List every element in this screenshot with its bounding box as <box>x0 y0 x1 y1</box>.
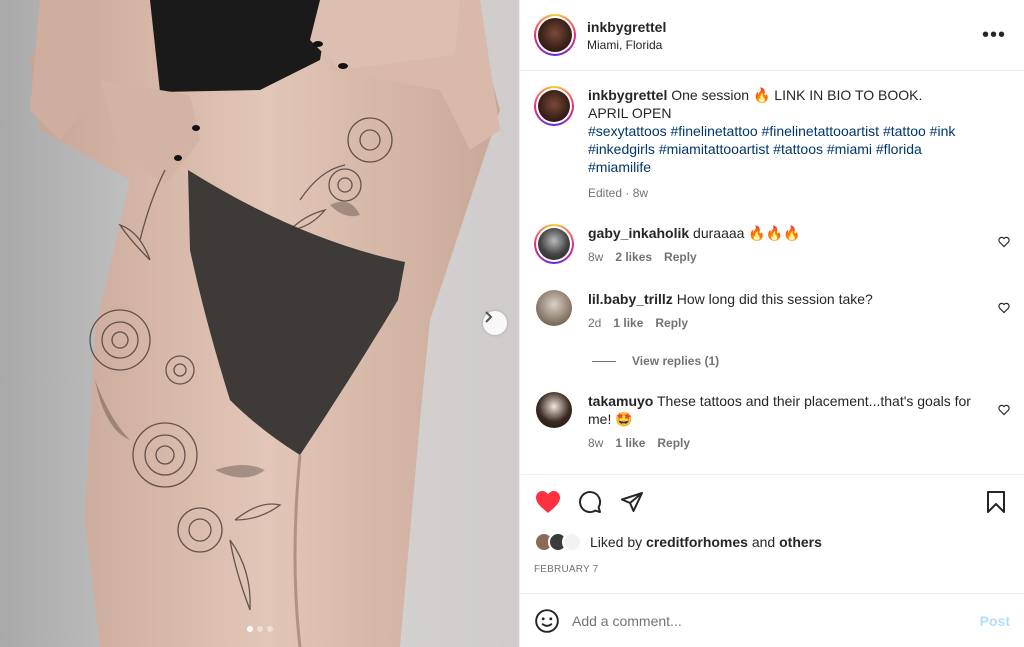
comment: takamuyo These tattoos and their placeme… <box>534 392 1010 452</box>
liked-by-label: Liked by <box>590 534 643 550</box>
view-replies-label: View replies (1) <box>632 354 720 368</box>
comments-section[interactable]: inkbygrettel One session 🔥 LINK IN BIO T… <box>520 72 1024 475</box>
comment-likes[interactable]: 2 likes <box>615 250 652 264</box>
caption-hashtags[interactable]: #sexytattoos #finelinetattoo #finelineta… <box>588 122 1010 140</box>
divider-line <box>592 360 616 362</box>
caption-meta: Edited · 8w <box>588 186 649 200</box>
caption: inkbygrettel One session 🔥 LINK IN BIO T… <box>534 86 1010 202</box>
emoji-icon[interactable] <box>534 608 560 634</box>
comment: gaby_inkaholik duraaaa 🔥🔥🔥 8w 2 likes Repl… <box>534 224 1010 266</box>
commenter-username[interactable]: lil.baby_trillz <box>588 291 673 307</box>
post-side-panel: inkbygrettel Miami, Florida ••• inkbygre… <box>519 0 1024 647</box>
save-button[interactable] <box>982 488 1010 516</box>
carousel-dot <box>247 626 253 632</box>
caption-username[interactable]: inkbygrettel <box>588 87 667 103</box>
liker-username[interactable]: creditforhomes <box>646 534 748 550</box>
heart-outline-icon[interactable] <box>998 236 1010 248</box>
carousel-dot <box>257 626 263 632</box>
comment-button[interactable] <box>576 488 604 516</box>
heart-filled-icon <box>536 491 560 513</box>
carousel-dot <box>267 626 273 632</box>
caption-hashtags[interactable]: #inkedgirls #miamitattooartist #tattoos … <box>588 140 1010 158</box>
commenter-avatar[interactable] <box>536 392 572 428</box>
comment-text: duraaaa 🔥🔥🔥 <box>693 225 801 241</box>
more-options-icon[interactable]: ••• <box>978 25 1010 45</box>
reply-button[interactable]: Reply <box>664 250 697 264</box>
commenter-username[interactable]: gaby_inkaholik <box>588 225 689 241</box>
commenter-avatar[interactable] <box>534 224 574 264</box>
liker-avatar <box>562 532 582 552</box>
view-replies-button[interactable]: View replies (1) <box>592 354 719 368</box>
next-slide-button[interactable] <box>483 311 507 335</box>
comment: lil.baby_trillz How long did this sessio… <box>534 290 1010 332</box>
caption-text: One session 🔥 LINK IN BIO TO BOOK. <box>671 87 923 103</box>
and-label: and <box>751 534 776 550</box>
others-link[interactable]: others <box>779 534 822 550</box>
heart-outline-icon[interactable] <box>998 404 1010 416</box>
comment-text: How long did this session take? <box>676 291 873 307</box>
likes-summary: Liked by creditforhomes and others <box>534 532 822 552</box>
action-bar <box>534 484 1010 520</box>
comment-likes[interactable]: 1 like <box>613 316 643 330</box>
commenter-avatar[interactable] <box>536 290 572 326</box>
comment-icon <box>579 491 602 514</box>
reply-button[interactable]: Reply <box>655 316 688 330</box>
comment-age: 8w <box>588 436 604 450</box>
post-comment-button[interactable]: Post <box>980 613 1010 629</box>
reply-button[interactable]: Reply <box>657 436 690 450</box>
liker-avatars[interactable] <box>534 532 582 552</box>
add-comment-bar: Post <box>520 593 1024 647</box>
post-header: inkbygrettel Miami, Florida ••• <box>520 0 1024 71</box>
post-media[interactable] <box>0 0 519 647</box>
comment-text-2: me! 🤩 <box>588 411 633 427</box>
caption-text-2: APRIL OPEN <box>588 105 672 121</box>
comment-age: 2d <box>588 316 602 330</box>
comment-age: 8w <box>588 250 604 264</box>
caption-avatar[interactable] <box>534 86 574 126</box>
post-photo <box>30 0 500 647</box>
like-button[interactable] <box>534 488 562 516</box>
carousel-indicator <box>247 626 273 632</box>
commenter-username[interactable]: takamuyo <box>588 393 653 409</box>
bookmark-icon <box>987 491 1005 513</box>
comment-likes[interactable]: 1 like <box>615 436 645 450</box>
chevron-right-icon <box>485 311 493 323</box>
heart-outline-icon[interactable] <box>998 302 1010 314</box>
comment-input[interactable] <box>572 612 980 629</box>
author-avatar[interactable] <box>534 14 576 56</box>
paper-plane-icon <box>621 492 643 512</box>
post-date: FEBRUARY 7 <box>534 564 599 575</box>
comment-text: These tattoos and their placement...that… <box>657 393 971 409</box>
author-username[interactable]: inkbygrettel <box>587 19 978 35</box>
share-button[interactable] <box>618 488 646 516</box>
post-location[interactable]: Miami, Florida <box>587 38 978 52</box>
caption-hashtags[interactable]: #miamilife <box>588 158 1010 176</box>
